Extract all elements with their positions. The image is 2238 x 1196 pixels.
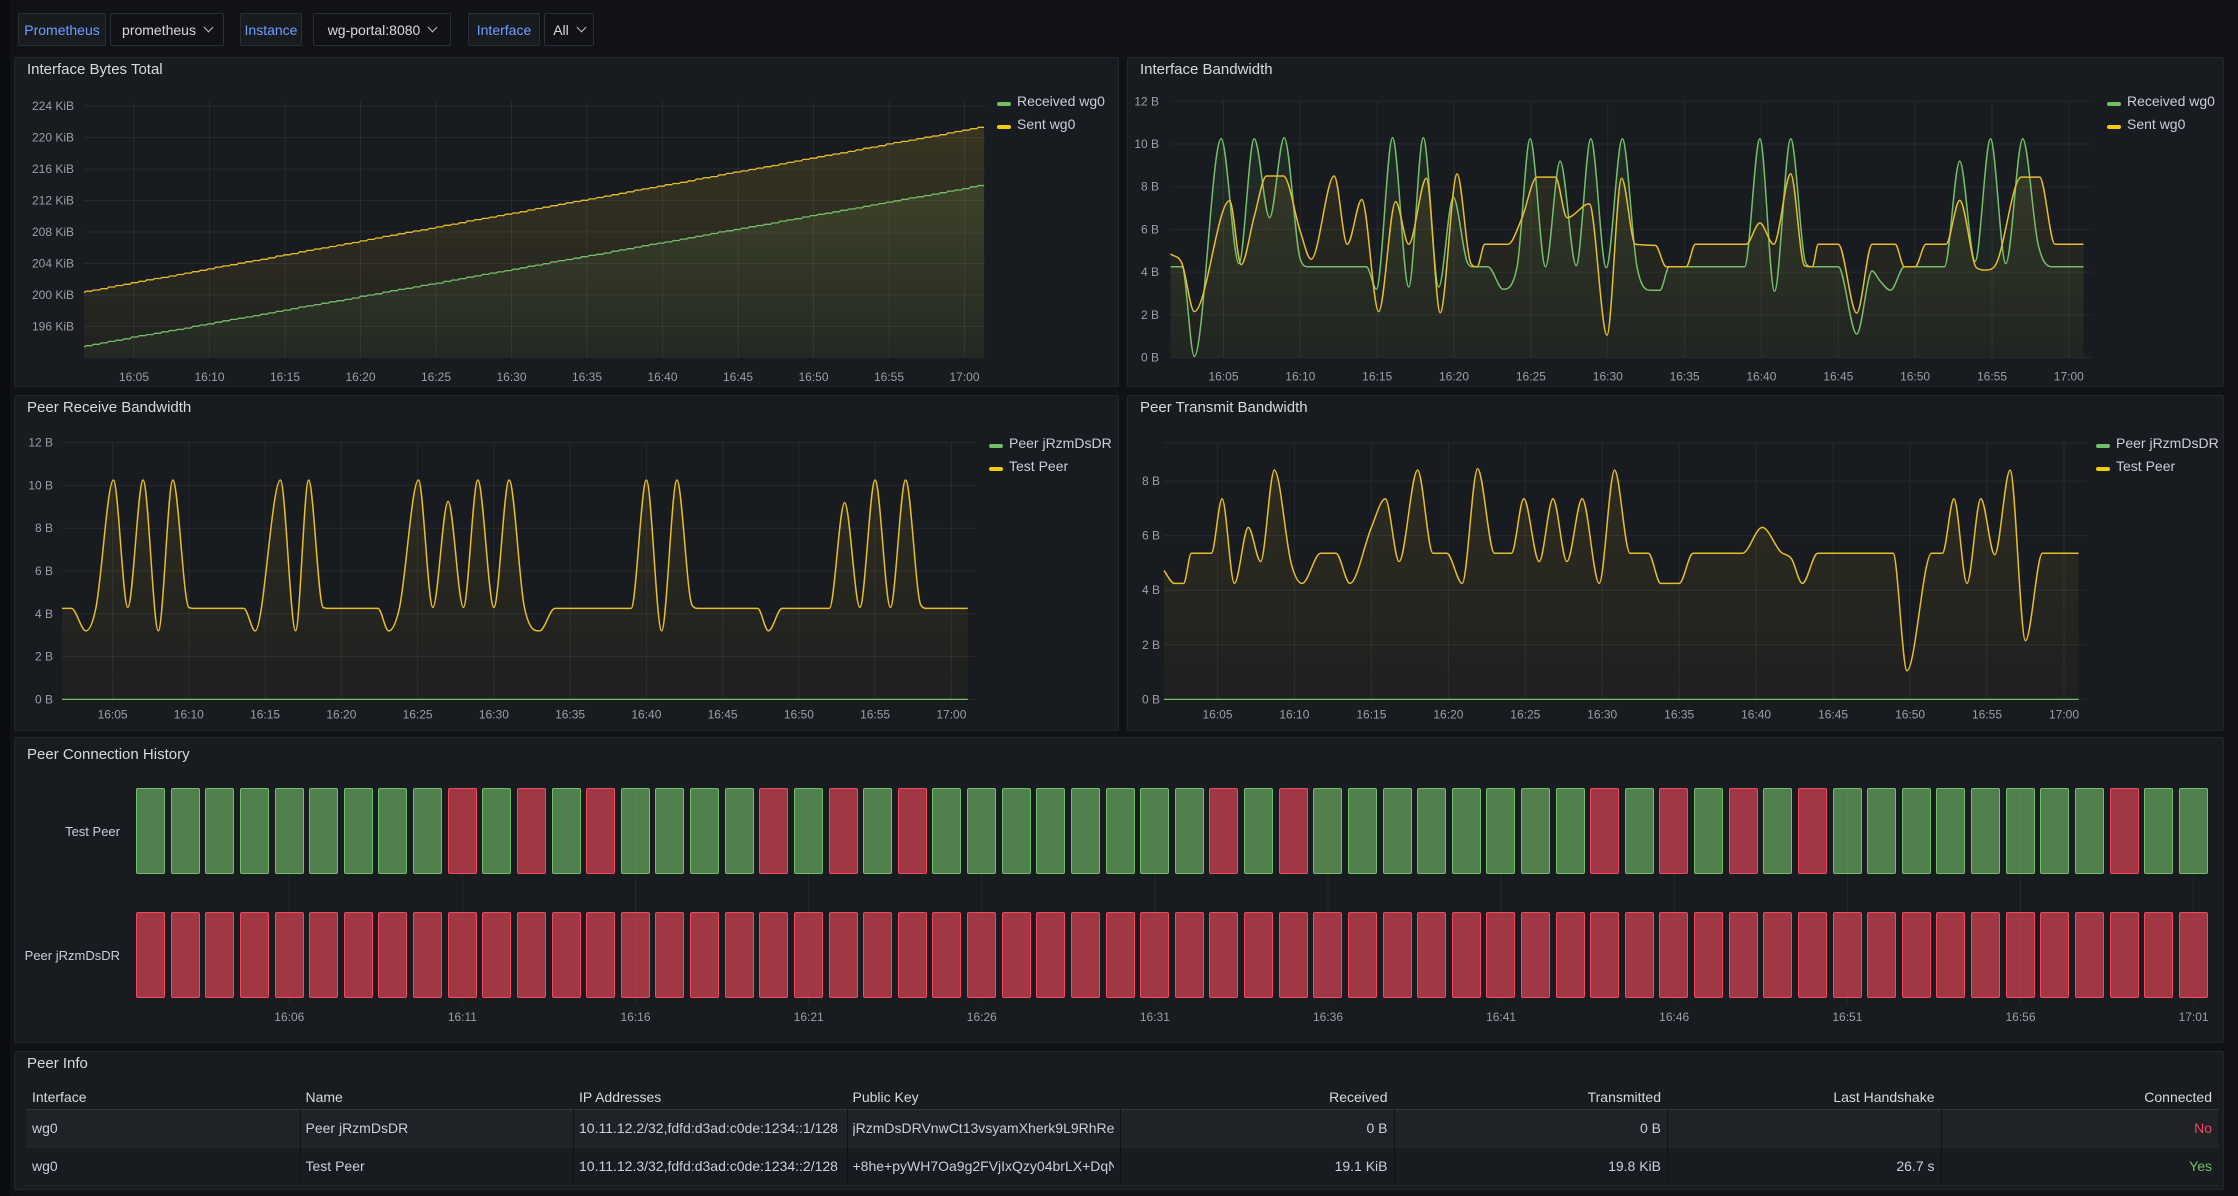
svg-text:2 B: 2 B (1142, 638, 1160, 652)
svg-text:4 B: 4 B (35, 607, 53, 621)
svg-text:16:40: 16:40 (1741, 708, 1771, 722)
svg-text:200 KiB: 200 KiB (32, 288, 74, 302)
svg-text:16:05: 16:05 (119, 370, 149, 384)
svg-text:16:55: 16:55 (860, 708, 890, 722)
svg-text:16:55: 16:55 (1977, 370, 2007, 384)
svg-text:16:20: 16:20 (326, 708, 356, 722)
svg-text:16:55: 16:55 (1972, 708, 2002, 722)
svg-text:6 B: 6 B (35, 564, 53, 578)
svg-text:2 B: 2 B (35, 650, 53, 664)
svg-text:10 B: 10 B (1134, 137, 1159, 151)
svg-text:16:45: 16:45 (723, 370, 753, 384)
svg-text:17:00: 17:00 (2049, 708, 2079, 722)
svg-text:10 B: 10 B (28, 478, 53, 492)
svg-text:16:10: 16:10 (1279, 708, 1309, 722)
svg-text:16:20: 16:20 (1439, 370, 1469, 384)
svg-text:8 B: 8 B (35, 521, 53, 535)
svg-text:16:35: 16:35 (555, 708, 585, 722)
svg-text:16:25: 16:25 (421, 370, 451, 384)
svg-text:4 B: 4 B (1142, 583, 1160, 597)
svg-text:4 B: 4 B (1141, 265, 1159, 279)
svg-text:6 B: 6 B (1141, 222, 1159, 236)
svg-text:16:10: 16:10 (1285, 370, 1315, 384)
svg-text:16:05: 16:05 (1208, 370, 1238, 384)
svg-text:16:45: 16:45 (708, 708, 738, 722)
svg-text:16:50: 16:50 (798, 370, 828, 384)
svg-text:16:35: 16:35 (1664, 708, 1694, 722)
svg-text:16:40: 16:40 (647, 370, 677, 384)
svg-text:16:15: 16:15 (1362, 370, 1392, 384)
svg-text:16:50: 16:50 (1900, 370, 1930, 384)
svg-text:16:50: 16:50 (1895, 708, 1925, 722)
svg-text:16:30: 16:30 (496, 370, 526, 384)
svg-text:224 KiB: 224 KiB (32, 99, 74, 113)
svg-text:0 B: 0 B (1142, 692, 1160, 706)
svg-text:216 KiB: 216 KiB (32, 162, 74, 176)
svg-text:16:05: 16:05 (98, 708, 128, 722)
svg-text:0 B: 0 B (1141, 351, 1159, 365)
svg-text:16:35: 16:35 (572, 370, 602, 384)
svg-text:16:40: 16:40 (1746, 370, 1776, 384)
svg-text:12 B: 12 B (28, 436, 53, 450)
svg-text:208 KiB: 208 KiB (32, 225, 74, 239)
svg-text:16:55: 16:55 (874, 370, 904, 384)
svg-text:8 B: 8 B (1141, 180, 1159, 194)
svg-text:16:30: 16:30 (1587, 708, 1617, 722)
svg-text:16:45: 16:45 (1823, 370, 1853, 384)
svg-text:17:00: 17:00 (936, 708, 966, 722)
svg-text:17:00: 17:00 (949, 370, 979, 384)
svg-text:16:10: 16:10 (194, 370, 224, 384)
svg-text:16:20: 16:20 (345, 370, 375, 384)
svg-text:16:20: 16:20 (1433, 708, 1463, 722)
svg-text:212 KiB: 212 KiB (32, 194, 74, 208)
svg-text:16:40: 16:40 (631, 708, 661, 722)
svg-text:16:45: 16:45 (1818, 708, 1848, 722)
svg-text:220 KiB: 220 KiB (32, 131, 74, 145)
svg-text:16:05: 16:05 (1202, 708, 1232, 722)
svg-text:204 KiB: 204 KiB (32, 257, 74, 271)
svg-text:12 B: 12 B (1134, 94, 1159, 108)
svg-text:17:00: 17:00 (2054, 370, 2084, 384)
svg-text:16:50: 16:50 (784, 708, 814, 722)
svg-text:16:35: 16:35 (1670, 370, 1700, 384)
svg-text:0 B: 0 B (35, 692, 53, 706)
svg-text:196 KiB: 196 KiB (32, 320, 74, 334)
svg-text:16:25: 16:25 (403, 708, 433, 722)
svg-text:16:10: 16:10 (174, 708, 204, 722)
svg-text:16:30: 16:30 (479, 708, 509, 722)
svg-text:16:30: 16:30 (1593, 370, 1623, 384)
svg-text:2 B: 2 B (1141, 308, 1159, 322)
svg-text:16:25: 16:25 (1510, 708, 1540, 722)
svg-text:16:25: 16:25 (1516, 370, 1546, 384)
svg-text:8 B: 8 B (1142, 474, 1160, 488)
svg-text:16:15: 16:15 (270, 370, 300, 384)
svg-text:16:15: 16:15 (250, 708, 280, 722)
svg-text:6 B: 6 B (1142, 529, 1160, 543)
svg-text:16:15: 16:15 (1356, 708, 1386, 722)
